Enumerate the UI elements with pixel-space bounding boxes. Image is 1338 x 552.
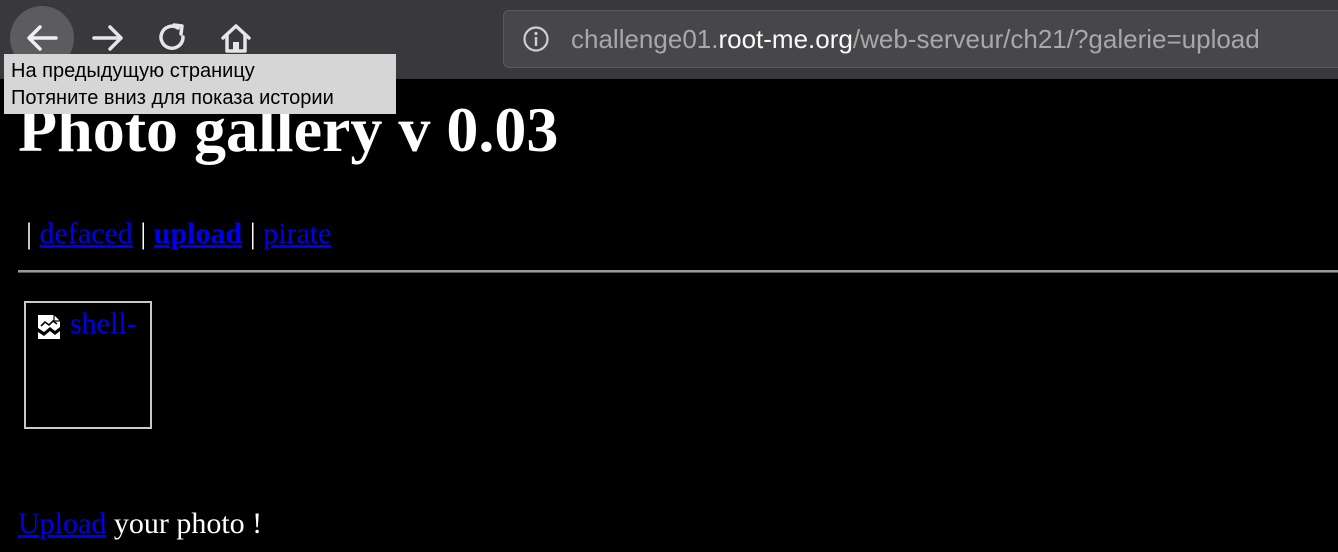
nav-link-defaced[interactable]: defaced bbox=[40, 217, 133, 250]
home-icon bbox=[221, 24, 251, 53]
back-arrow-icon bbox=[27, 25, 58, 51]
url-domain: root-me.org bbox=[718, 24, 853, 54]
url-prefix: challenge01. bbox=[571, 24, 719, 54]
gallery-nav: | defaced | upload | pirate bbox=[26, 214, 332, 254]
thumbnail-alt-link[interactable]: shell- bbox=[70, 305, 137, 343]
gallery-thumbnail[interactable]: shell- bbox=[24, 301, 152, 429]
tooltip-line-1: На предыдущую страницу bbox=[11, 60, 255, 82]
horizontal-rule bbox=[18, 270, 1338, 273]
reload-icon bbox=[159, 23, 185, 50]
nav-separator: | bbox=[26, 217, 33, 250]
address-bar[interactable]: challenge01.root-me.org/web-serveur/ch21… bbox=[503, 10, 1338, 68]
url-path: /web-serveur/ch21/?galerie=upload bbox=[852, 24, 1260, 54]
info-icon[interactable] bbox=[522, 25, 550, 53]
nav-separator: | bbox=[140, 217, 147, 250]
back-button-tooltip: На предыдущую страницу Потяните вниз для… bbox=[4, 54, 396, 114]
url-text[interactable]: challenge01.root-me.org/web-serveur/ch21… bbox=[571, 23, 1260, 55]
upload-link[interactable]: Upload bbox=[18, 507, 106, 540]
forward-arrow-icon bbox=[92, 25, 123, 51]
nav-link-upload[interactable]: upload bbox=[154, 217, 242, 250]
broken-image-icon bbox=[38, 315, 60, 339]
upload-prompt-text: your photo ! bbox=[106, 507, 263, 540]
upload-prompt: Upload your photo ! bbox=[18, 504, 262, 544]
nav-separator: | bbox=[249, 217, 256, 250]
nav-link-pirate[interactable]: pirate bbox=[263, 217, 331, 250]
tooltip-line-2: Потяните вниз для показа истории bbox=[11, 87, 334, 109]
